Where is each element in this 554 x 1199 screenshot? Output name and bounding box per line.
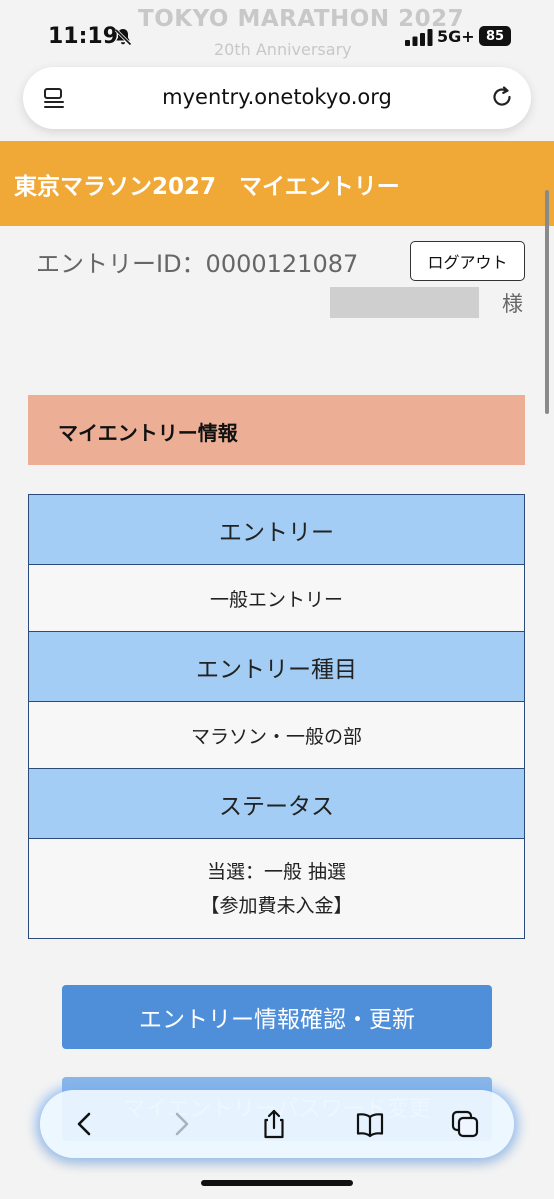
status-bar: TOKYO MARATHON 2027 20th Anniversary 11:…	[0, 0, 554, 62]
user-name-redacted	[330, 287, 479, 318]
entry-info-table: エントリー 一般エントリー エントリー種目 マラソン・一般の部 ステータス 当選…	[28, 494, 525, 939]
browser-toolbar	[40, 1090, 514, 1158]
share-icon[interactable]	[257, 1107, 291, 1141]
entry-heading: エントリー	[29, 495, 524, 565]
site-header: 東京マラソン2027 マイエントリー	[0, 141, 554, 226]
section-title-box: マイエントリー情報	[28, 395, 525, 465]
network-type: 5G+	[437, 27, 475, 46]
scrollbar[interactable]	[545, 190, 549, 414]
section-title: マイエントリー情報	[58, 421, 238, 445]
category-value: マラソン・一般の部	[29, 702, 524, 769]
signal-bars-icon	[405, 29, 433, 46]
tabs-icon[interactable]	[448, 1107, 482, 1141]
bookmarks-icon[interactable]	[353, 1107, 387, 1141]
entry-id: エントリーID：0000121087	[36, 250, 359, 278]
bell-slash-icon	[114, 28, 132, 46]
address-bar[interactable]: myentry.onetokyo.org	[23, 67, 531, 129]
reload-icon[interactable]	[489, 84, 515, 110]
battery-indicator: 85	[479, 26, 511, 46]
forward-icon[interactable]	[164, 1107, 198, 1141]
back-icon[interactable]	[68, 1107, 102, 1141]
logout-button[interactable]: ログアウト	[410, 241, 525, 281]
battery-level: 85	[485, 28, 505, 44]
status-value: 当選：一般 抽選 【参加費未入金】	[29, 839, 524, 938]
marathon-banner-subtitle: 20th Anniversary	[214, 40, 352, 59]
home-indicator	[201, 1180, 353, 1186]
entry-info-update-button[interactable]: エントリー情報確認・更新	[62, 985, 492, 1049]
status-value-line1: 当選：一般 抽選	[206, 860, 347, 883]
honorific-suffix: 様	[502, 292, 523, 316]
site-header-title: 東京マラソン2027 マイエントリー	[14, 174, 400, 200]
status-heading: ステータス	[29, 769, 524, 839]
category-heading: エントリー種目	[29, 632, 524, 702]
url-text[interactable]: myentry.onetokyo.org	[23, 85, 531, 109]
entry-value: 一般エントリー	[29, 565, 524, 632]
status-value-line2: 【参加費未入金】	[200, 894, 353, 917]
status-time: 11:19	[48, 24, 119, 49]
